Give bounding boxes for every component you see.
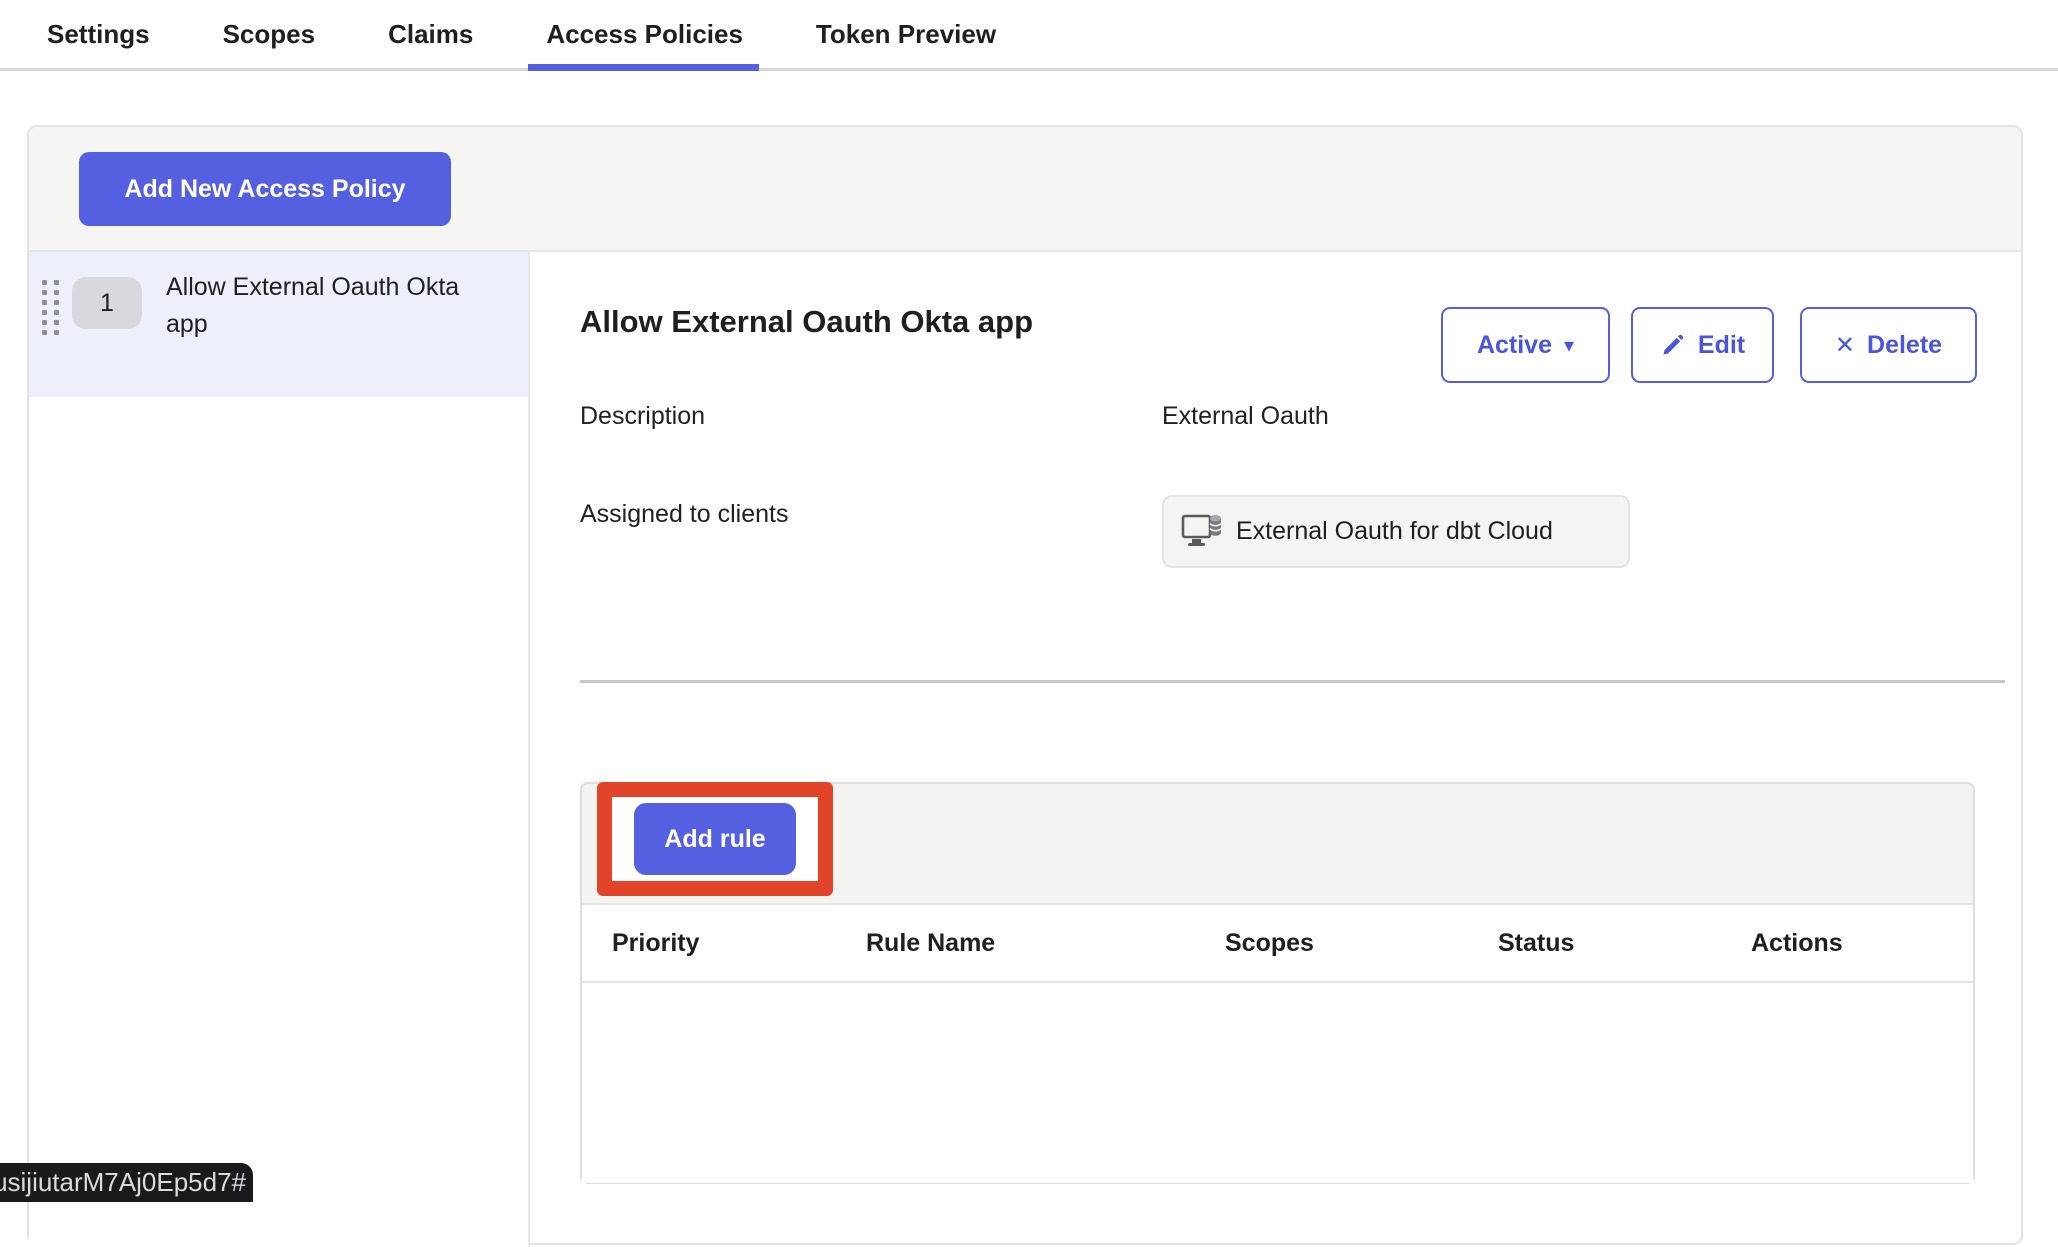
tab-scopes-label: Scopes [223, 19, 316, 50]
tab-settings[interactable]: Settings [47, 0, 150, 68]
edit-label: Edit [1698, 331, 1745, 360]
column-scopes: Scopes [1225, 929, 1498, 958]
column-priority: Priority [612, 929, 866, 958]
access-policies-panel: Add New Access Policy 1 Allow External O… [27, 125, 2023, 1245]
pencil-icon [1660, 332, 1686, 358]
annotation-highlight-box: Add rule [597, 782, 833, 896]
policy-priority-badge: 1 [72, 277, 142, 329]
column-actions: Actions [1751, 929, 1973, 958]
tab-settings-label: Settings [47, 19, 150, 50]
tab-token-preview[interactable]: Token Preview [816, 0, 996, 68]
tab-scopes[interactable]: Scopes [223, 0, 316, 68]
assigned-client-chip[interactable]: External Oauth for dbt Cloud [1162, 495, 1630, 568]
link-preview-tooltip: usijiutarM7Aj0Ep5d7# [0, 1163, 253, 1202]
rules-panel-header: Add rule [582, 784, 1973, 905]
add-rule-button[interactable]: Add rule [634, 803, 796, 875]
column-status: Status [1498, 929, 1751, 958]
description-label: Description [580, 402, 705, 431]
edit-button[interactable]: Edit [1631, 307, 1774, 383]
tab-token-preview-label: Token Preview [816, 19, 996, 50]
rules-panel: Add rule Priority Rule Name Scopes Statu… [580, 782, 1975, 1184]
drag-handle-icon[interactable] [42, 280, 59, 335]
delete-button[interactable]: ✕ Delete [1800, 307, 1977, 383]
policy-title: Allow External Oauth Okta app [580, 304, 1033, 340]
status-dropdown-button[interactable]: Active ▾ [1441, 307, 1610, 383]
policy-list-item[interactable]: 1 Allow External Oauth Okta app [29, 252, 528, 397]
panel-header: Add New Access Policy [29, 127, 2021, 252]
assigned-to-clients-label: Assigned to clients [580, 500, 788, 529]
section-divider [580, 680, 2005, 683]
chevron-down-icon: ▾ [1564, 333, 1574, 357]
tab-access-policies-label: Access Policies [546, 19, 743, 50]
rules-table-body [582, 983, 1973, 1183]
tab-claims[interactable]: Claims [388, 0, 473, 68]
close-icon: ✕ [1835, 331, 1855, 359]
description-value: External Oauth [1162, 402, 1329, 431]
delete-label: Delete [1867, 331, 1942, 360]
policy-detail: Allow External Oauth Okta app Active ▾ E… [532, 252, 2021, 1243]
client-app-icon [1180, 512, 1224, 552]
policy-list: 1 Allow External Oauth Okta app [29, 252, 530, 1247]
tab-bar: Settings Scopes Claims Access Policies T… [0, 0, 2058, 71]
policy-name: Allow External Oauth Okta app [166, 269, 466, 343]
column-rule-name: Rule Name [866, 929, 1225, 958]
rules-table-header: Priority Rule Name Scopes Status Actions [582, 905, 1973, 983]
add-new-access-policy-button[interactable]: Add New Access Policy [79, 152, 451, 226]
tab-access-policies[interactable]: Access Policies [546, 0, 743, 68]
link-preview-text: usijiutarM7Aj0Ep5d7# [0, 1167, 246, 1198]
tab-claims-label: Claims [388, 19, 473, 50]
assigned-client-name: External Oauth for dbt Cloud [1236, 517, 1553, 546]
status-label: Active [1477, 331, 1552, 360]
